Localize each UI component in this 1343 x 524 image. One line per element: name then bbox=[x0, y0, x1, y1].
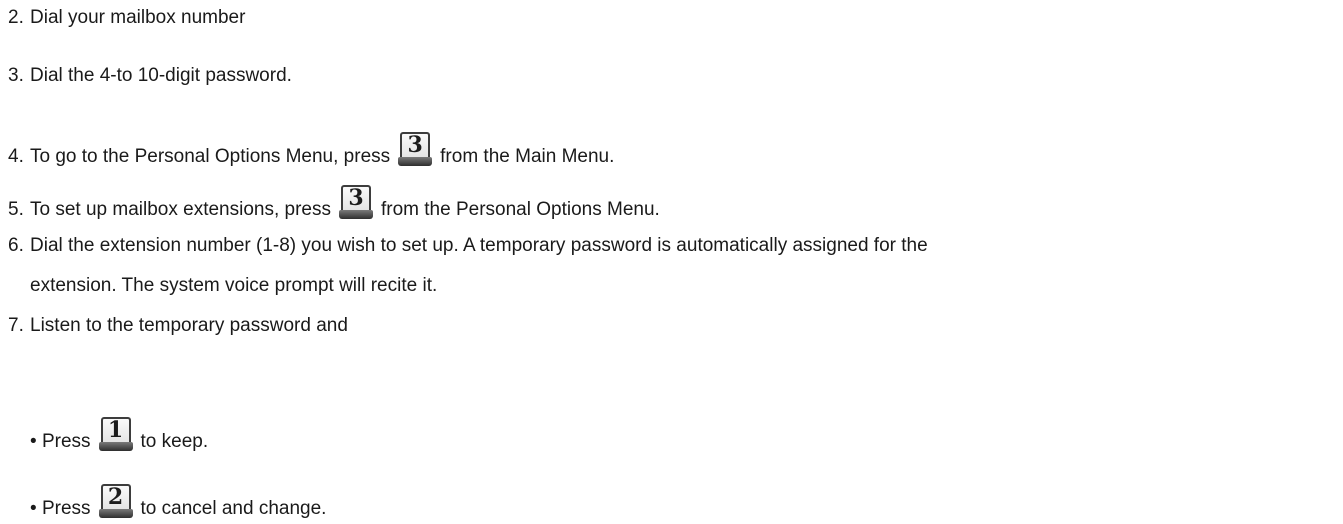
sub-text-after: to keep. bbox=[140, 431, 209, 452]
step-number: 3. bbox=[8, 65, 24, 86]
step-number: 5. bbox=[8, 199, 24, 220]
sub-text-after: to cancel and change. bbox=[140, 498, 327, 519]
step-number: 6. bbox=[8, 235, 24, 256]
key-label: 2 bbox=[107, 484, 124, 510]
step-number: 7. bbox=[8, 315, 24, 336]
step-text-after: from the Personal Options Menu. bbox=[381, 199, 660, 220]
step-text: Dial your mailbox number bbox=[30, 7, 246, 28]
step-6-continuation: extension. The system voice prompt will … bbox=[30, 275, 438, 296]
keypad-key-2-icon: 2 bbox=[98, 484, 133, 518]
sub-text-before: Press bbox=[41, 431, 91, 452]
sub-item-cancel: • Press 2 to cancel and change. bbox=[30, 484, 326, 521]
step-6: 6. Dial the extension number (1-8) you wi… bbox=[8, 234, 928, 258]
step-text-before: To set up mailbox extensions, press bbox=[30, 199, 331, 220]
step-3: 3. Dial the 4-to 10-digit password. bbox=[8, 64, 292, 88]
step-text: Dial the extension number (1-8) you wish… bbox=[30, 235, 928, 256]
step-number: 2. bbox=[8, 7, 24, 28]
key-label: 3 bbox=[348, 185, 364, 211]
bullet: • bbox=[30, 498, 37, 519]
step-text: Listen to the temporary password and bbox=[30, 315, 348, 336]
key-label: 1 bbox=[107, 417, 124, 443]
step-number: 4. bbox=[8, 146, 24, 167]
step-2: 2. Dial your mailbox number bbox=[8, 6, 245, 30]
instructions-document: 2. Dial your mailbox number 3. Dial the 4-… bbox=[0, 0, 1343, 524]
key-label: 3 bbox=[407, 132, 423, 158]
step-text: Dial the 4-to 10-digit password. bbox=[30, 65, 292, 86]
sub-text-before: Press bbox=[41, 498, 91, 519]
step-text-after: from the Main Menu. bbox=[440, 146, 615, 167]
bullet: • bbox=[30, 431, 37, 452]
step-5: 5. To set up mailbox extensions, press 3 fr… bbox=[8, 185, 660, 222]
keypad-key-3-icon: 3 bbox=[398, 132, 433, 166]
step-4: 4. To go to the Personal Options Menu, pr… bbox=[8, 132, 614, 169]
step-7: 7. Listen to the temporary password and bbox=[8, 314, 348, 338]
sub-item-keep: • Press 1 to keep. bbox=[30, 417, 208, 454]
step-text-before: To go to the Personal Options Menu, pres… bbox=[30, 146, 391, 167]
keypad-key-1-icon: 1 bbox=[98, 417, 133, 451]
keypad-key-3-icon: 3 bbox=[339, 185, 373, 219]
